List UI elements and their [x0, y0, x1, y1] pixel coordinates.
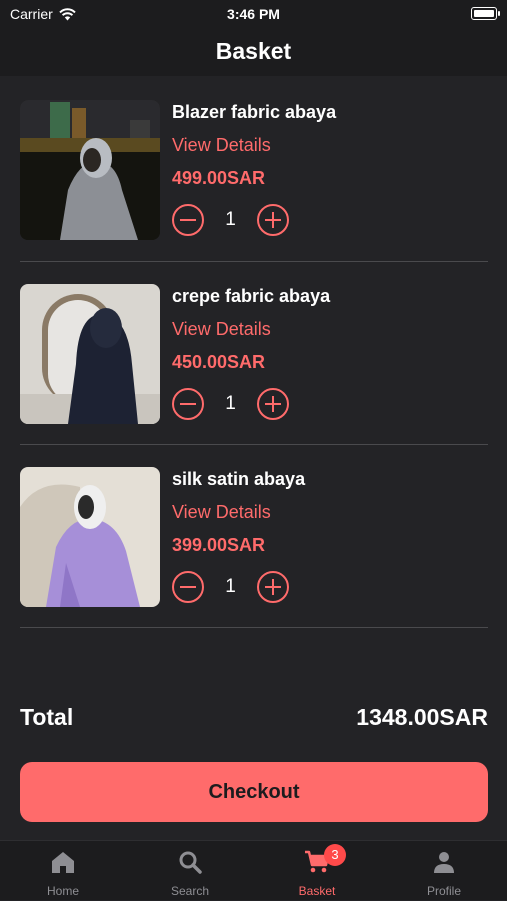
total-amount: 1348.00SAR	[356, 704, 488, 730]
search-icon	[179, 851, 202, 874]
quantity-value: 1	[225, 393, 236, 414]
product-image-blazer-abaya[interactable]	[20, 100, 160, 240]
basket-total: Total 1348.00SAR	[20, 704, 488, 731]
increase-quantity-button[interactable]	[257, 388, 289, 420]
person-icon	[434, 852, 454, 873]
product-image-silk-abaya[interactable]	[20, 467, 160, 607]
quantity-stepper: 1	[172, 388, 289, 420]
tab-label: Profile	[426, 884, 461, 898]
checkout-button[interactable]: Checkout	[20, 762, 488, 822]
battery-icon	[471, 7, 500, 20]
tab-label: Basket	[298, 884, 336, 898]
basket-item: crepe fabric abaya View Details 450.00SA…	[20, 284, 488, 424]
product-name: silk satin abaya	[172, 469, 306, 489]
home-icon	[52, 852, 74, 873]
cart-count-badge: 3	[324, 844, 346, 866]
page-title: Basket	[215, 38, 292, 64]
divider	[20, 261, 488, 262]
product-name: crepe fabric abaya	[172, 286, 331, 306]
product-name: Blazer fabric abaya	[172, 102, 337, 122]
tab-label: Search	[170, 884, 210, 898]
tab-home[interactable]: Home	[0, 841, 126, 901]
view-details-link[interactable]: View Details	[172, 502, 271, 523]
quantity-value: 1	[225, 209, 236, 230]
clock: 3:46 PM	[227, 6, 280, 22]
decrease-quantity-button[interactable]	[172, 571, 204, 603]
tab-profile[interactable]: Profile	[381, 841, 507, 901]
increase-quantity-button[interactable]	[257, 571, 289, 603]
increase-quantity-button[interactable]	[257, 204, 289, 236]
tab-bar: Home Search 3 Basket Profile	[0, 840, 507, 900]
product-price: 450.00SAR	[172, 352, 266, 372]
quantity-stepper: 1	[172, 571, 289, 603]
view-details-link[interactable]: View Details	[172, 319, 271, 340]
divider	[20, 444, 488, 445]
product-price: 499.00SAR	[172, 168, 266, 188]
tab-search[interactable]: Search	[127, 841, 253, 901]
product-price: 399.00SAR	[172, 535, 266, 555]
tab-basket[interactable]: 3 Basket	[254, 841, 380, 901]
divider	[20, 627, 488, 628]
quantity-stepper: 1	[172, 204, 289, 236]
view-details-link[interactable]: View Details	[172, 135, 271, 156]
total-label: Total	[20, 704, 74, 730]
tab-label: Home	[46, 884, 79, 898]
quantity-value: 1	[225, 576, 236, 597]
basket-item: Blazer fabric abaya View Details 499.00S…	[20, 100, 488, 240]
decrease-quantity-button[interactable]	[172, 388, 204, 420]
status-bar: Carrier 3:46 PM	[0, 0, 507, 28]
nav-header: Basket	[0, 28, 507, 76]
basket-item: silk satin abaya View Details 399.00SAR …	[20, 467, 488, 607]
decrease-quantity-button[interactable]	[172, 204, 204, 236]
product-image-crepe-abaya[interactable]	[20, 284, 160, 424]
